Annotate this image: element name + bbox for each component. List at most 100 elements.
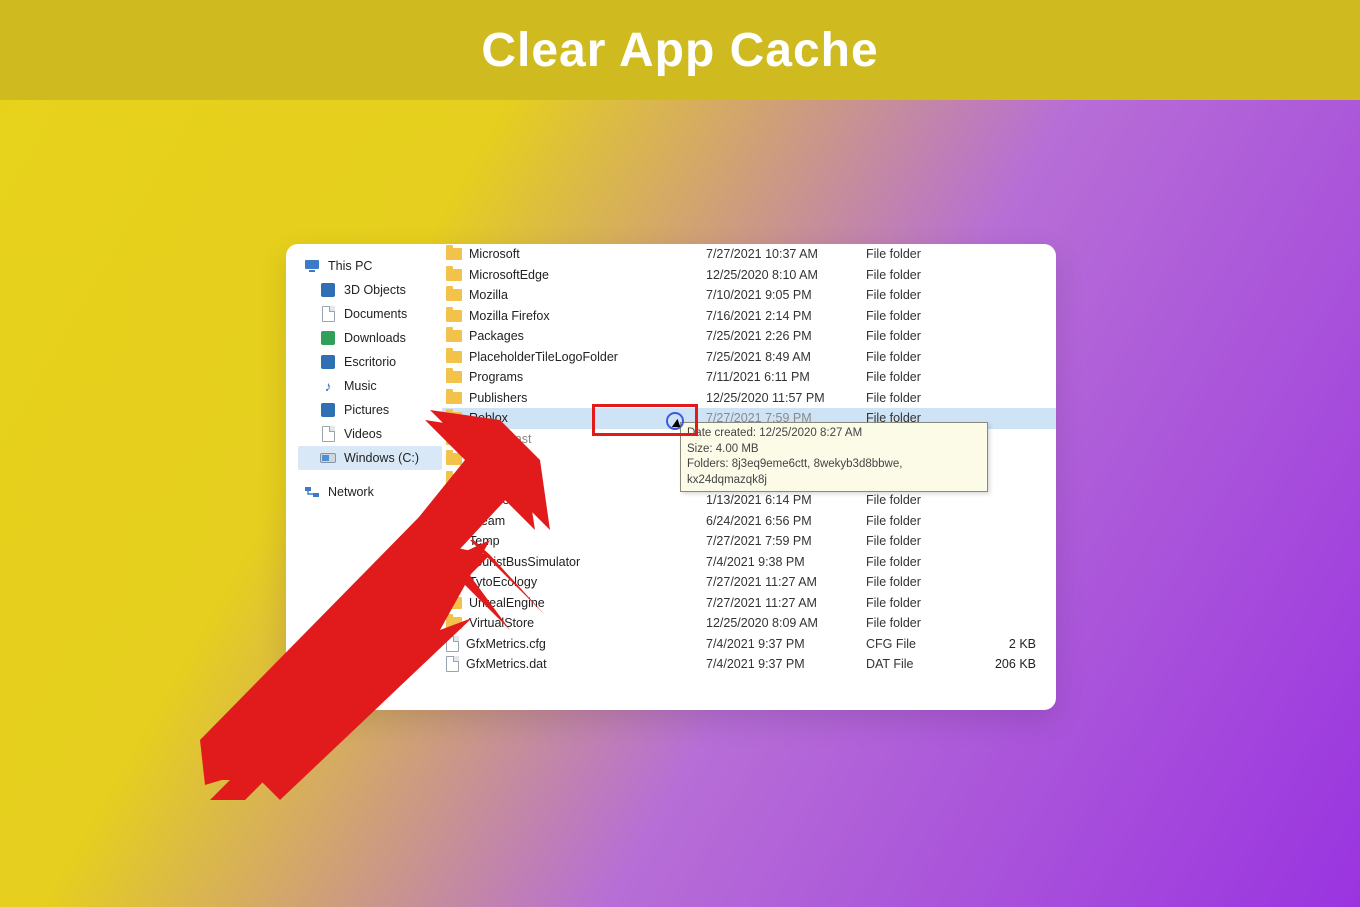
file-date: 7/25/2021 8:49 AM (706, 350, 866, 364)
folder-icon (446, 371, 462, 383)
file-name: UnrealEngine (469, 596, 545, 610)
file-icon (320, 306, 336, 322)
file-size: 2 KB (986, 637, 1046, 651)
file-name: Screencast (469, 432, 532, 446)
file-name: GfxMetrics.cfg (466, 637, 546, 651)
tooltip-line: Folders: 8j3eq9eme6ctt, 8wekyb3d8bbwe, k… (687, 457, 981, 488)
file-type: File folder (866, 370, 986, 384)
folder-icon (446, 597, 462, 609)
file-type: File folder (866, 493, 986, 507)
file-date: 6/24/2021 6:56 PM (706, 514, 866, 528)
folder-icon (446, 453, 462, 465)
file-date: 7/11/2021 6:11 PM (706, 370, 866, 384)
folder-icon (446, 412, 462, 424)
file-name: VirtualStore (469, 616, 534, 630)
table-row[interactable]: Mozilla7/10/2021 9:05 PMFile folder (442, 285, 1056, 306)
sidebar-item-documents[interactable]: Documents (298, 302, 442, 326)
folder-icon (446, 494, 462, 506)
sidebar-item-pictures[interactable]: Pictures (298, 398, 442, 422)
table-row[interactable]: TytoEcology7/27/2021 11:27 AMFile folder (442, 572, 1056, 593)
file-date: 7/27/2021 11:27 AM (706, 575, 866, 589)
file-type: File folder (866, 309, 986, 323)
object-icon (320, 354, 336, 370)
table-row[interactable]: PlaceholderTileLogoFolder 7/25/2021 8:49 … (442, 347, 1056, 368)
title-banner: Clear App Cache (0, 0, 1360, 100)
file-type: CFG File (866, 637, 986, 651)
folder-icon (446, 248, 462, 260)
sidebar-item-label: Videos (344, 427, 382, 441)
sidebar-item-label: Windows (C:) (344, 451, 419, 465)
table-row[interactable]: TouristBusSimulator7/4/2021 9:38 PMFile … (442, 552, 1056, 573)
file-name: speech (469, 473, 509, 487)
sidebar-item-label: 3D Objects (344, 283, 406, 297)
sidebar-item-3d-objects[interactable]: 3D Objects (298, 278, 442, 302)
folder-icon (446, 330, 462, 342)
table-row[interactable]: Packages7/25/2021 2:26 PMFile folder (442, 326, 1056, 347)
file-type: File folder (866, 596, 986, 610)
table-row[interactable]: Programs7/11/2021 6:11 PMFile folder (442, 367, 1056, 388)
file-date: 7/10/2021 9:05 PM (706, 288, 866, 302)
folder-icon (446, 576, 462, 588)
sidebar-item-escritorio[interactable]: Escritorio (298, 350, 442, 374)
network-icon (304, 484, 320, 500)
file-size: 206 KB (986, 657, 1046, 671)
file-icon (446, 636, 459, 652)
file-date: 7/4/2021 9:37 PM (706, 657, 866, 671)
sidebar-item-videos[interactable]: Videos (298, 422, 442, 446)
sidebar-item-music[interactable]: ♪ Music (298, 374, 442, 398)
file-date: 7/4/2021 9:37 PM (706, 637, 866, 651)
file-date: 7/16/2021 2:14 PM (706, 309, 866, 323)
file-name: GfxMetrics.dat (466, 657, 547, 671)
folder-icon (446, 515, 462, 527)
music-icon: ♪ (320, 378, 336, 394)
sidebar-item-network[interactable]: Network (298, 480, 442, 504)
tutorial-slide: Clear App Cache This PC 3D Objects Documen… (0, 0, 1360, 907)
table-row[interactable]: UnrealEngine7/27/2021 11:27 AMFile folde… (442, 593, 1056, 614)
file-date: 7/27/2021 7:59 PM (706, 534, 866, 548)
table-row[interactable]: VirtualStore12/25/2020 8:09 AMFile folde… (442, 613, 1056, 634)
table-row[interactable]: Mozilla Firefox 7/16/2021 2:14 PMFile fol… (442, 306, 1056, 327)
folder-tooltip: Date created: 12/25/2020 8:27 AM Size: 4… (680, 422, 988, 492)
table-row[interactable]: SquirrelTemp1/13/2021 6:14 PMFile folder (442, 490, 1056, 511)
table-row[interactable]: Microsoft7/27/2021 10:37 AMFile folder (442, 244, 1056, 265)
sidebar-item-downloads[interactable]: Downloads (298, 326, 442, 350)
file-name: Mozilla Firefox (469, 309, 550, 323)
file-explorer-window: This PC 3D Objects DocumentsDownloadsEscri… (286, 244, 1056, 710)
table-row[interactable]: GfxMetrics.cfg 7/4/2021 9:37 PMCFG File2 … (442, 634, 1056, 655)
sidebar-item-label: Music (344, 379, 377, 393)
sidebar-item-label: This PC (328, 259, 372, 273)
folder-icon (446, 556, 462, 568)
file-date: 12/25/2020 8:10 AM (706, 268, 866, 282)
file-date: 7/27/2021 10:37 AM (706, 247, 866, 261)
table-row[interactable]: Steam6/24/2021 6:56 PMFile folder (442, 511, 1056, 532)
file-type: File folder (866, 329, 986, 343)
table-row[interactable]: Publishers12/25/2020 11:57 PMFile folder (442, 388, 1056, 409)
folder-icon (446, 289, 462, 301)
file-type: File folder (866, 350, 986, 364)
file-name: Publishers (469, 391, 527, 405)
folder-icon (446, 617, 462, 629)
sidebar-item-windows-c-[interactable]: Windows (C:) (298, 446, 442, 470)
file-name: TouristBusSimulator (469, 555, 580, 569)
file-date: 1/13/2021 6:14 PM (706, 493, 866, 507)
download-icon (320, 330, 336, 346)
pc-icon (304, 258, 320, 274)
file-type: File folder (866, 247, 986, 261)
sidebar-item-label: Pictures (344, 403, 389, 417)
file-name: Temp (469, 534, 500, 548)
table-row[interactable]: GfxMetrics.dat 7/4/2021 9:37 PMDAT File20… (442, 654, 1056, 675)
table-row[interactable]: Temp7/27/2021 7:59 PMFile folder (442, 531, 1056, 552)
file-type: DAT File (866, 657, 986, 671)
file-date: 12/25/2020 8:09 AM (706, 616, 866, 630)
file-type: File folder (866, 575, 986, 589)
tooltip-line: Date created: 12/25/2020 8:27 AM (687, 426, 981, 442)
file-icon (320, 426, 336, 442)
file-list[interactable]: Microsoft7/27/2021 10:37 AMFile folderMi… (442, 244, 1056, 710)
disk-icon (320, 450, 336, 466)
file-name: PlaceholderTileLogoFolder (469, 350, 618, 364)
table-row[interactable]: MicrosoftEdge12/25/2020 8:10 AMFile fold… (442, 265, 1056, 286)
file-type: File folder (866, 555, 986, 569)
sidebar-item-this-pc[interactable]: This PC (298, 254, 442, 278)
folder-icon (446, 310, 462, 322)
tooltip-line: Size: 4.00 MB (687, 442, 981, 458)
